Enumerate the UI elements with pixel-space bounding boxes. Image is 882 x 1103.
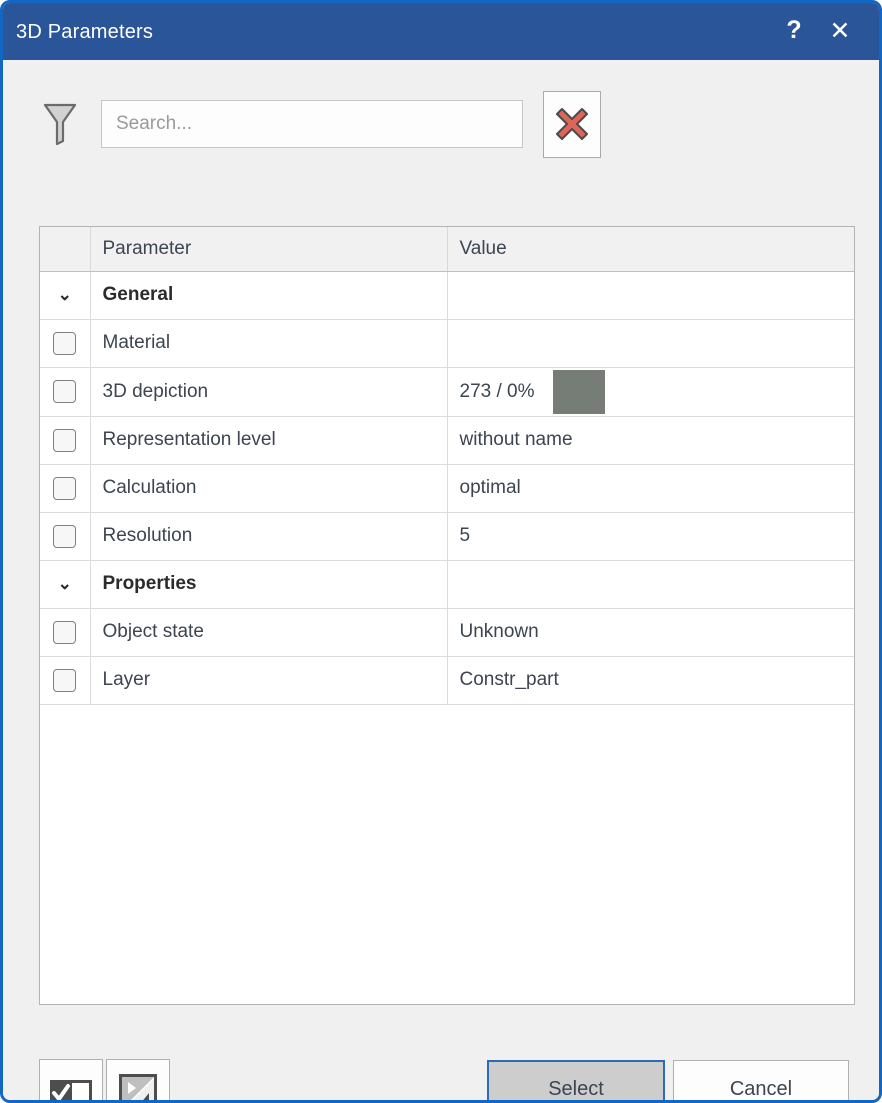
row-checkbox[interactable] (40, 367, 90, 416)
cell-value[interactable] (447, 319, 854, 367)
cell-value[interactable] (447, 560, 854, 608)
filter-toolbar (39, 93, 849, 155)
select-all-checkbox-icon (50, 1080, 92, 1103)
clear-filter-button[interactable] (543, 91, 601, 158)
select-button[interactable]: Select (487, 1060, 665, 1103)
cell-parameter: Material (90, 319, 447, 367)
row-checkbox[interactable] (40, 416, 90, 464)
table-body: ⌄ GeneralMaterial3D depiction 273 / 0% Repr… (40, 271, 854, 704)
checkbox-unchecked-icon[interactable] (53, 332, 76, 355)
cancel-button[interactable]: Cancel (673, 1060, 849, 1103)
title-bar: 3D Parameters ? ✕ (3, 3, 879, 60)
help-icon[interactable]: ? (771, 9, 817, 55)
table-row[interactable]: 3D depiction 273 / 0% (40, 367, 854, 416)
table-row[interactable]: Material (40, 319, 854, 367)
dialog-window: 3D Parameters ? ✕ (0, 0, 882, 1103)
cell-parameter: Properties (90, 560, 447, 608)
parameters-table-panel[interactable]: Parameter Value ⌄ GeneralMaterial3D depic… (39, 226, 855, 1005)
column-header-value[interactable]: Value (447, 227, 854, 271)
table-group-row[interactable]: ⌄ General (40, 271, 854, 319)
select-all-button[interactable] (39, 1059, 103, 1103)
cell-value[interactable]: Constr_part (447, 656, 854, 704)
checkbox-unchecked-icon[interactable] (53, 621, 76, 644)
cell-parameter: Representation level (90, 416, 447, 464)
cell-value[interactable]: 5 (447, 512, 854, 560)
table-row[interactable]: Resolution5 (40, 512, 854, 560)
checkbox-unchecked-icon[interactable] (53, 477, 76, 500)
cell-value[interactable]: without name (447, 416, 854, 464)
row-checkbox[interactable] (40, 656, 90, 704)
checkbox-unchecked-icon[interactable] (53, 380, 76, 403)
color-swatch[interactable] (553, 370, 605, 414)
dialog-body: Parameter Value ⌄ GeneralMaterial3D depic… (3, 60, 879, 1100)
filter-funnel-icon[interactable] (39, 101, 81, 147)
cell-value[interactable] (447, 271, 854, 319)
row-checkbox[interactable] (40, 608, 90, 656)
search-input[interactable] (101, 100, 523, 148)
group-expand-chevron-icon[interactable]: ⌄ (40, 560, 90, 608)
column-header-checkbox[interactable] (40, 227, 90, 271)
parameters-table: Parameter Value ⌄ GeneralMaterial3D depic… (40, 227, 854, 705)
table-row[interactable]: LayerConstr_part (40, 656, 854, 704)
row-checkbox[interactable] (40, 464, 90, 512)
checkbox-unchecked-icon[interactable] (53, 525, 76, 548)
group-expand-chevron-icon[interactable]: ⌄ (40, 271, 90, 319)
table-row[interactable]: Object stateUnknown (40, 608, 854, 656)
row-checkbox[interactable] (40, 319, 90, 367)
cell-value[interactable]: optimal (447, 464, 854, 512)
checkbox-unchecked-icon[interactable] (53, 669, 76, 692)
invert-selection-button[interactable] (106, 1059, 170, 1103)
table-row[interactable]: Representation levelwithout name (40, 416, 854, 464)
invert-selection-icon (119, 1074, 157, 1103)
window-title: 3D Parameters (16, 19, 153, 44)
chevron-down-icon: ⌄ (58, 575, 72, 592)
cell-parameter: Layer (90, 656, 447, 704)
row-checkbox[interactable] (40, 512, 90, 560)
close-icon[interactable]: ✕ (817, 9, 863, 55)
cell-parameter: Object state (90, 608, 447, 656)
table-row[interactable]: Calculationoptimal (40, 464, 854, 512)
cell-value[interactable]: Unknown (447, 608, 854, 656)
table-group-row[interactable]: ⌄ Properties (40, 560, 854, 608)
column-header-parameter[interactable]: Parameter (90, 227, 447, 271)
checkbox-unchecked-icon[interactable] (53, 429, 76, 452)
value-with-color: 273 / 0% (460, 368, 855, 416)
red-x-clear-icon (553, 105, 591, 143)
cell-parameter: 3D depiction (90, 367, 447, 416)
dialog-footer: Select Cancel (39, 1059, 849, 1103)
table-header: Parameter Value (40, 227, 854, 271)
cell-parameter: General (90, 271, 447, 319)
table-header-row: Parameter Value (40, 227, 854, 271)
cell-parameter: Resolution (90, 512, 447, 560)
value-text: 273 / 0% (460, 381, 535, 403)
cell-parameter: Calculation (90, 464, 447, 512)
cell-value[interactable]: 273 / 0% (447, 367, 854, 416)
chevron-down-icon: ⌄ (58, 286, 72, 303)
